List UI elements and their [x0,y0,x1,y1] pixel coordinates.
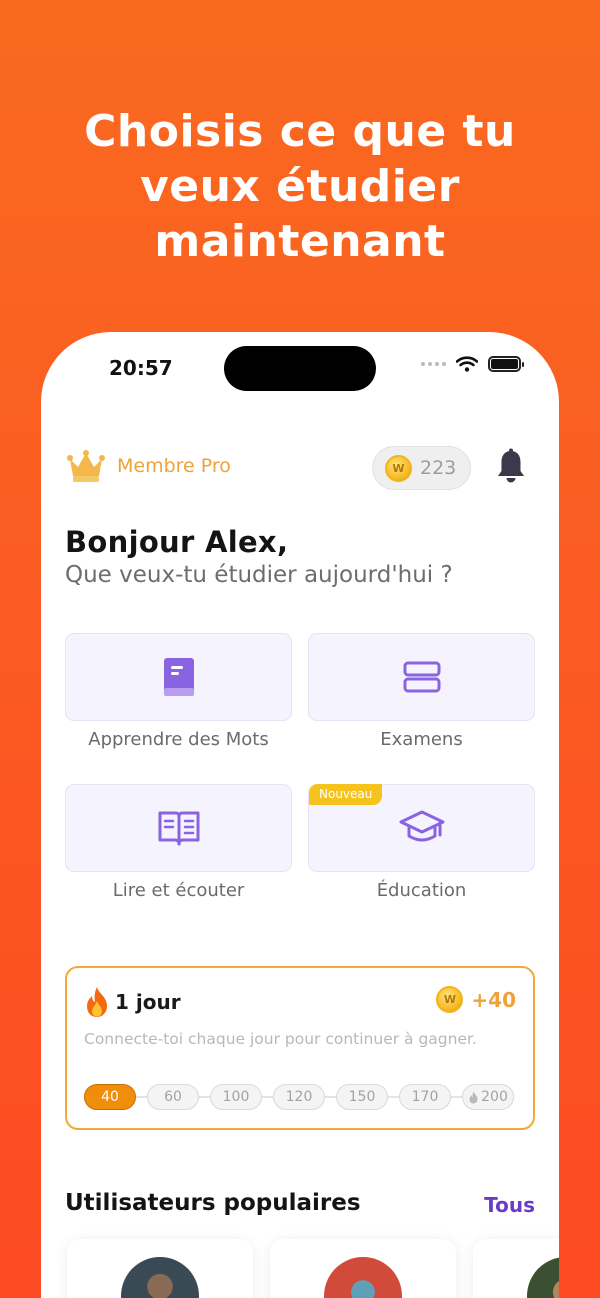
streak-step-final: 200 [462,1084,514,1110]
category-label-read-listen: Lire et écouter [112,880,245,901]
coins-count: 223 [420,457,457,479]
coin-icon: W [385,454,412,482]
see-all-link[interactable]: Tous [484,1193,535,1217]
battery-icon [488,356,524,372]
greeting-title: Bonjour Alex, [65,525,289,559]
status-time: 20:57 [109,356,173,380]
avatar [121,1257,199,1298]
category-label-education: Éducation [376,880,467,901]
status-icons [421,356,524,372]
dynamic-island [224,346,376,391]
headline-line-1: Choisis ce que tu [84,106,516,157]
streak-reward: W +40 [436,986,516,1013]
headline: Choisis ce que tu veux étudier maintenan… [0,104,600,269]
streak-description: Connecte-toi chaque jour pour continuer … [84,1030,477,1048]
avatar [527,1257,559,1298]
headline-line-3: maintenant [154,216,446,267]
category-label-words: Apprendre des Mots [88,729,269,750]
headline-line-2: veux étudier [140,161,460,212]
fire-icon [469,1091,478,1103]
daily-streak-card[interactable]: 1 jour W +40 Connecte-toi chaque jour po… [65,966,535,1130]
category-card-education[interactable]: Nouveau [308,784,535,872]
coin-icon: W [436,986,464,1013]
streak-step: 60 [147,1084,199,1110]
streak-reward-value: +40 [471,987,516,1012]
streak-days: 1 jour [115,990,181,1014]
streak-step: 170 [399,1084,451,1110]
book-icon [163,658,194,696]
user-card[interactable] [473,1239,559,1298]
streak-title: 1 jour [83,986,181,1018]
open-book-icon [158,811,199,846]
category-label-exams: Examens [380,729,463,750]
streak-step: 40 [84,1084,136,1110]
category-card-exams[interactable] [308,633,535,721]
streak-step: 100 [210,1084,262,1110]
streak-step: 120 [273,1084,325,1110]
stack-icon [403,661,440,693]
user-card[interactable] [270,1239,456,1298]
greeting-subtitle: Que veux-tu étudier aujourd'hui ? [65,562,453,588]
bell-icon[interactable] [496,448,526,484]
phone-screen: 20:57 Membre Pro W 223 Bonjour Alex, Que… [41,332,559,1298]
graduation-cap-icon [399,810,444,842]
streak-step-final-value: 200 [481,1089,508,1105]
coins-balance[interactable]: W 223 [372,446,471,490]
streak-steps: 40 60 100 120 150 170 200 [84,1084,518,1110]
signal-icon [421,362,446,366]
user-card[interactable] [67,1239,253,1298]
pro-label: Membre Pro [117,455,231,477]
popular-users-title: Utilisateurs populaires [65,1190,361,1216]
wifi-icon [456,356,478,372]
new-badge: Nouveau [309,784,383,805]
crown-icon [67,450,105,482]
category-card-words[interactable] [65,633,292,721]
streak-step: 150 [336,1084,388,1110]
category-card-read-listen[interactable] [65,784,292,872]
avatar [324,1257,402,1298]
fire-icon [87,987,107,1017]
pro-membership[interactable]: Membre Pro [67,449,231,483]
